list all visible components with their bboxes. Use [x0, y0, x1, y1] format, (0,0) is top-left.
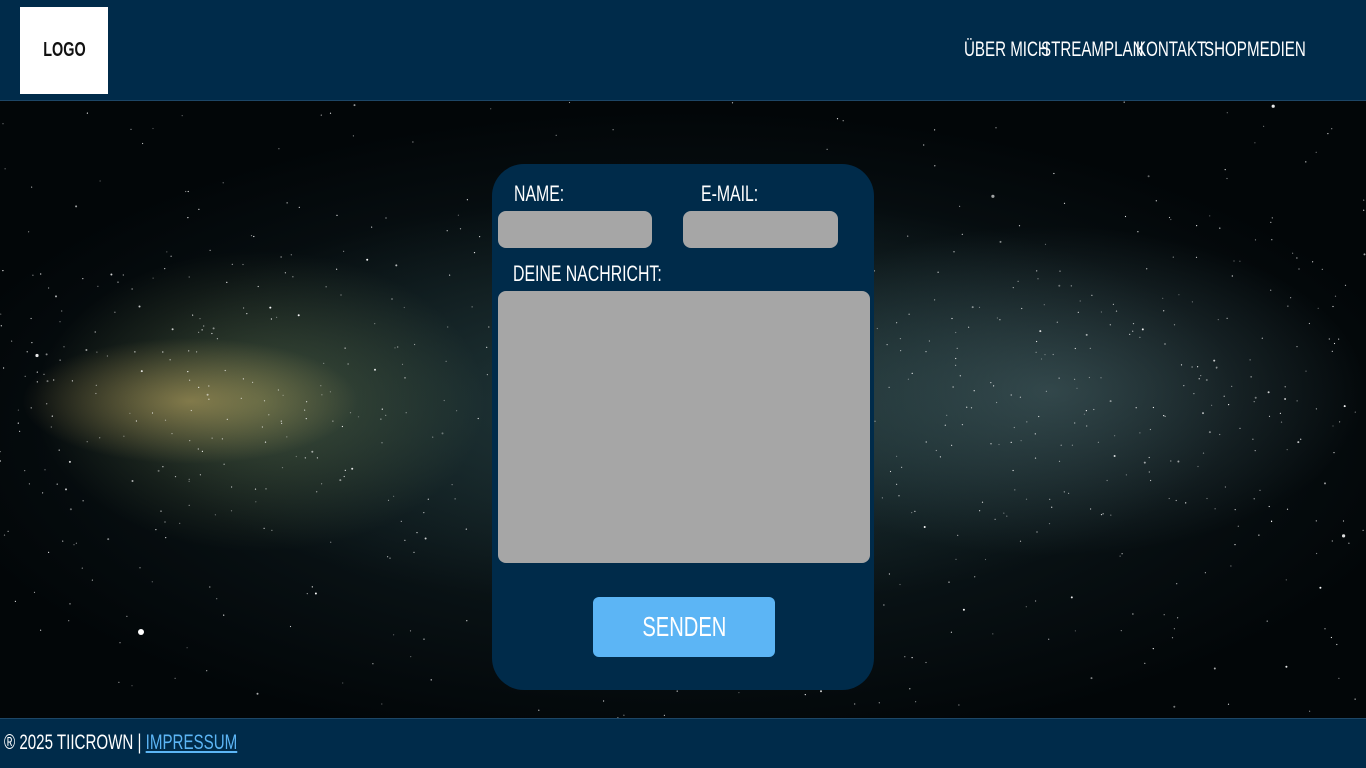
email-input[interactable]	[683, 211, 838, 248]
logo-text: LOGO	[42, 39, 86, 61]
send-button-label: Senden	[641, 611, 727, 642]
nav-item-kontakt[interactable]: Kontakt	[1136, 36, 1206, 64]
send-button[interactable]: Senden	[593, 597, 775, 657]
main-section: Name: E-Mail: Deine Nachricht: Senden	[0, 101, 1366, 718]
logo[interactable]: LOGO	[20, 7, 108, 94]
impressum-link[interactable]: Impressum	[146, 731, 238, 754]
site-footer: ® 2025 Tiicrown | Impressum	[0, 718, 1366, 768]
nav-item-shop[interactable]: Shop	[1204, 36, 1247, 64]
email-label: E-Mail:	[701, 181, 759, 206]
site-header: LOGO Über mich Streamplan Kontakt Shop M…	[0, 0, 1366, 101]
nav-item-medien[interactable]: Medien	[1247, 36, 1306, 64]
nav-item-streamplan[interactable]: Streamplan	[1041, 36, 1144, 64]
copyright-text: ® 2025 Tiicrown |	[4, 731, 142, 754]
name-input[interactable]	[498, 211, 652, 248]
name-label: Name:	[514, 181, 565, 206]
nav-item-ueber-mich[interactable]: Über mich	[964, 36, 1049, 64]
message-textarea[interactable]	[498, 291, 870, 563]
contact-form-card: Name: E-Mail: Deine Nachricht: Senden	[492, 164, 874, 690]
message-label: Deine Nachricht:	[513, 261, 662, 286]
footer-line: ® 2025 Tiicrown | Impressum	[4, 729, 237, 757]
